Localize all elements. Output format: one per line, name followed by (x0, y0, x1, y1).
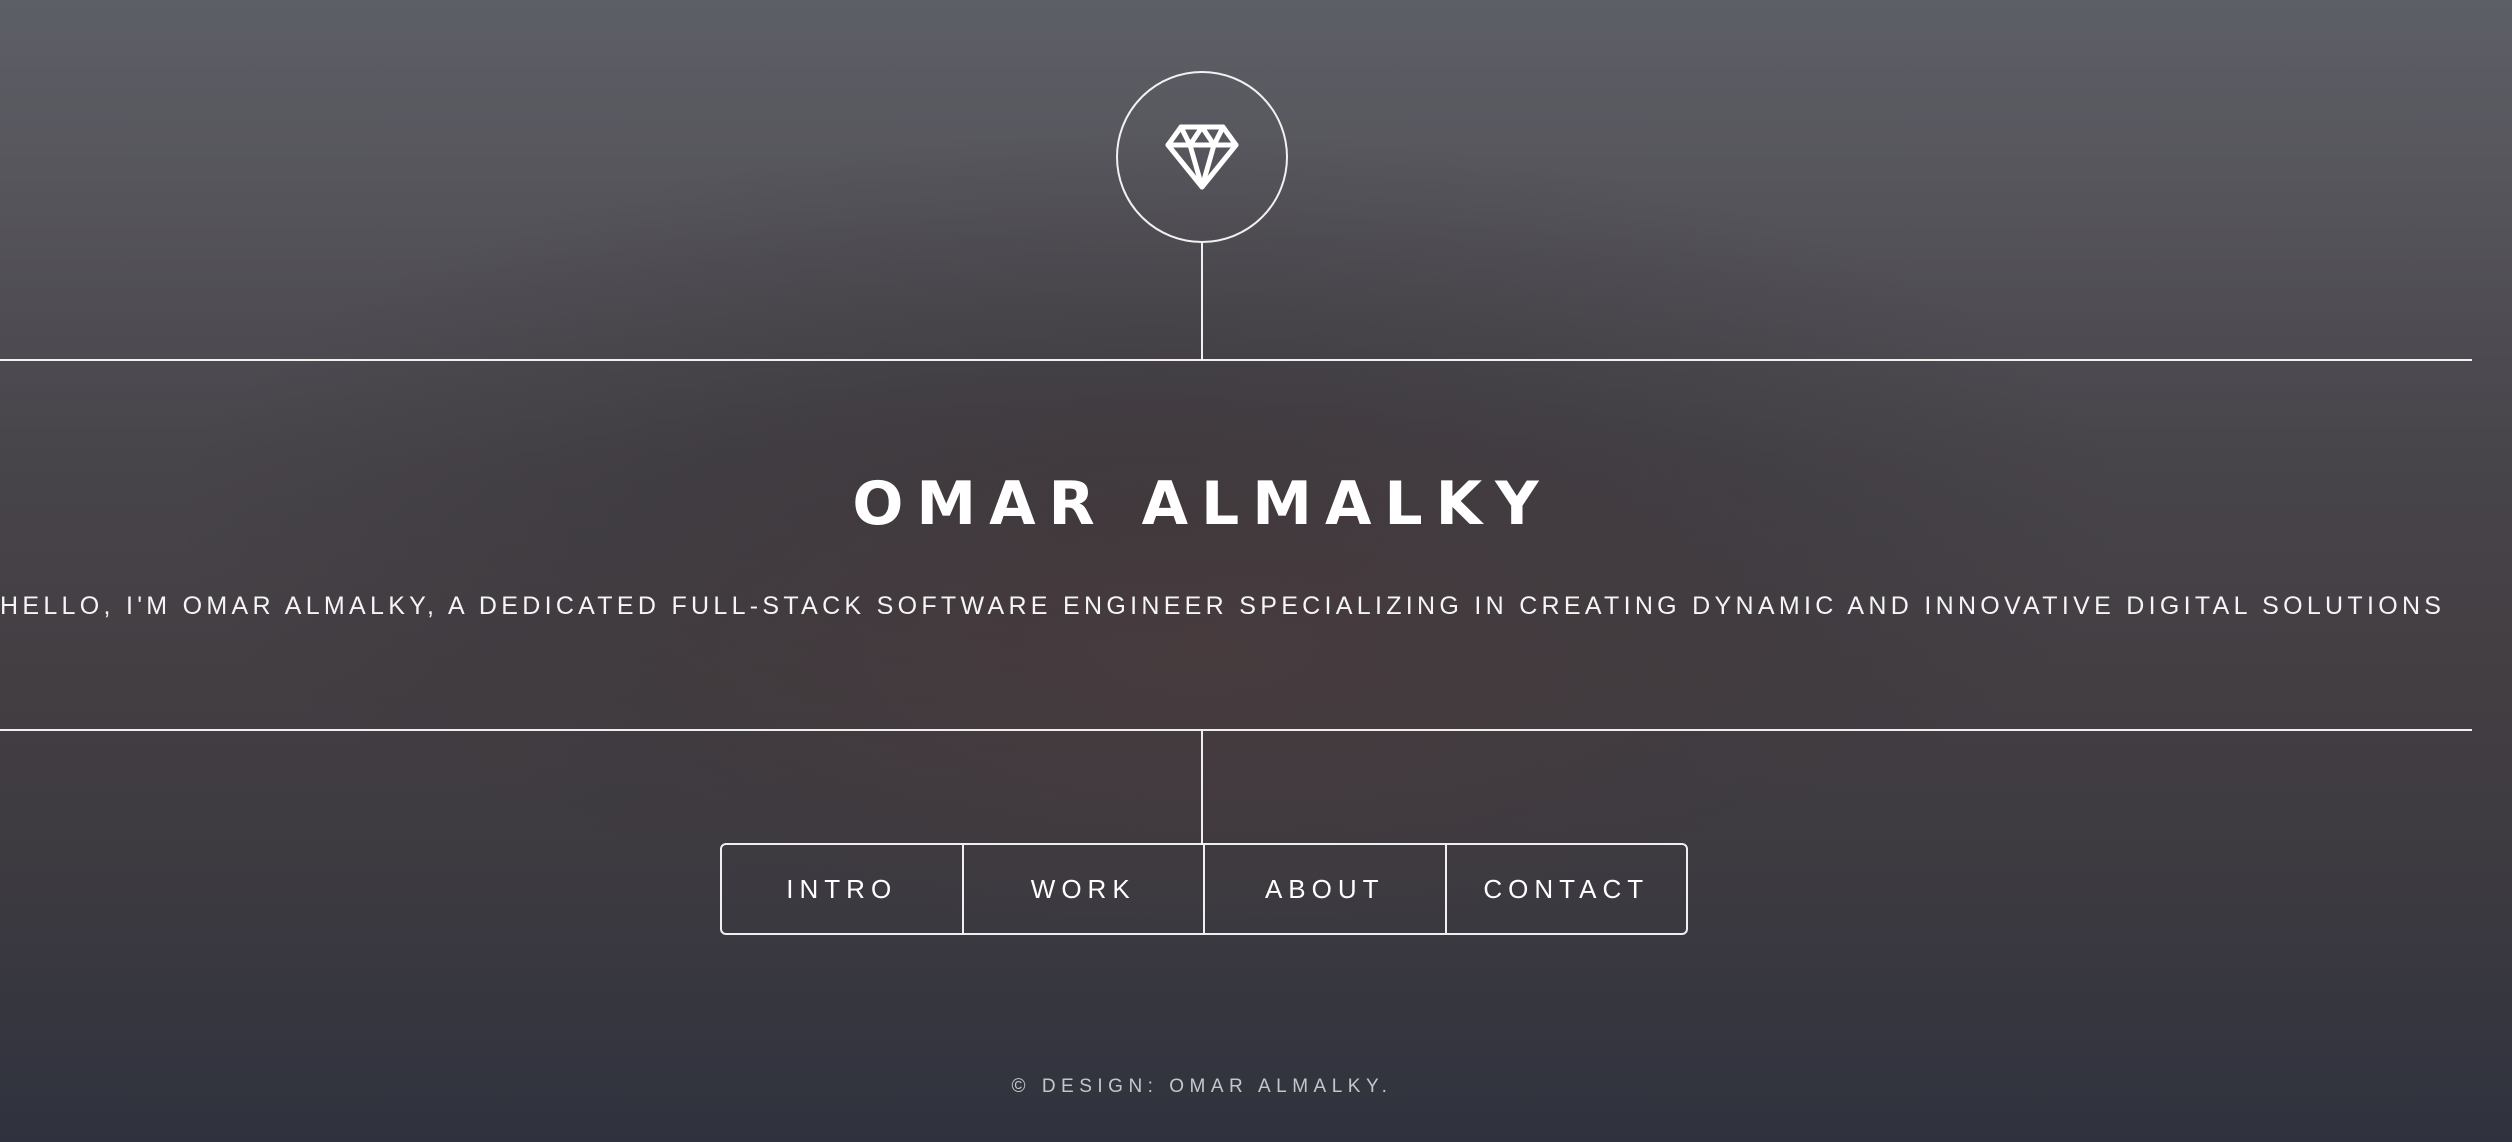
intro-text: HELLO, I'M OMAR ALMALKY, A DEDICATED FUL… (0, 592, 2446, 620)
nav-item-intro[interactable]: INTRO (722, 845, 964, 933)
nav-item-contact[interactable]: CONTACT (1447, 845, 1687, 933)
footer-copyright: © DESIGN: OMAR ALMALKY. (1011, 1076, 1393, 1097)
nav-item-about[interactable]: ABOUT (1205, 845, 1447, 933)
divider-bottom (0, 729, 2472, 731)
connector-line-top (1201, 243, 1203, 360)
divider-top (0, 359, 2472, 361)
nav-item-work[interactable]: WORK (964, 845, 1205, 933)
connector-line-bottom (1201, 731, 1203, 845)
page-title: OMAR ALMALKY (852, 469, 1552, 539)
main-nav: INTRO WORK ABOUT CONTACT (720, 843, 1688, 935)
logo-circle (1116, 71, 1288, 243)
diamond-icon (1165, 124, 1239, 190)
